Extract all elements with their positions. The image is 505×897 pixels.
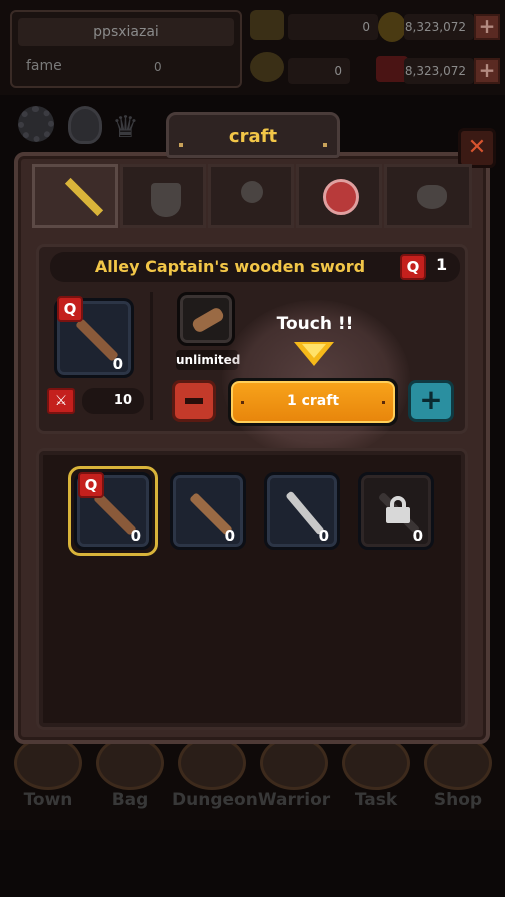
nav-town-label: Town	[23, 790, 73, 810]
dialog-title-plate: craft	[166, 112, 340, 158]
bag-icon	[96, 736, 164, 790]
trophy-icon	[250, 52, 284, 82]
material-slot[interactable]	[177, 292, 235, 346]
nav-bag[interactable]: Bag	[90, 730, 170, 825]
recipe-slot[interactable]: 0	[264, 472, 340, 550]
nav-task[interactable]: Task	[336, 730, 416, 825]
close-button[interactable]: ✕	[458, 128, 496, 168]
craft-button-face: 1 craft	[231, 381, 395, 423]
gold-bar-icon	[250, 10, 284, 40]
warrior-icon	[260, 736, 328, 790]
sword-stock-icon: ⚔	[47, 388, 75, 414]
dialog-title: craft	[228, 126, 278, 147]
locked-tab-icon	[323, 179, 359, 215]
nav-task-label: Task	[354, 790, 398, 810]
tab-pet[interactable]	[384, 164, 472, 228]
fame-value: 0	[154, 60, 162, 74]
recipe-count: 0	[318, 527, 329, 545]
task-icon	[342, 736, 410, 790]
player-name: ppsxiazai	[18, 18, 234, 46]
medal-icon[interactable]	[68, 106, 102, 144]
craft-button-label: 1 craft	[286, 393, 340, 409]
add-gem-button[interactable]: +	[474, 58, 500, 84]
sword-icon	[64, 177, 104, 217]
fame-label: fame	[26, 58, 62, 74]
crown-icon[interactable]: ♛	[112, 110, 139, 145]
owned-count: 0	[112, 355, 123, 373]
add-gold-button[interactable]: +	[474, 14, 500, 40]
lock-icon	[386, 496, 410, 523]
gem-count: 8,323,072	[404, 58, 474, 84]
pet-icon	[417, 185, 447, 209]
nav-dungeon-label: Dungeon	[172, 790, 258, 810]
nav-town[interactable]: Town	[8, 730, 88, 825]
recipe-count: 0	[412, 527, 423, 545]
quality-badge-icon: Q	[400, 254, 426, 280]
craft-button[interactable]: 1 craft	[228, 378, 398, 426]
nav-shop[interactable]: Shop	[418, 730, 498, 825]
town-icon	[14, 736, 82, 790]
settings-gear-icon[interactable]	[18, 106, 54, 142]
tab-locked[interactable]	[296, 164, 382, 228]
nav-warrior[interactable]: Warrior	[254, 730, 334, 825]
wood-material-icon	[190, 305, 226, 335]
nav-warrior-label: Warrior	[257, 790, 331, 810]
quality-count: 1	[436, 255, 448, 274]
touch-hint: Touch !!	[276, 314, 354, 334]
gold-bar-count: 0	[288, 14, 378, 40]
bottom-navigation: Town Bag Dungeon Warrior Task Shop	[0, 730, 505, 830]
nav-dungeon[interactable]: Dungeon	[172, 730, 258, 825]
minus-icon	[185, 398, 203, 404]
nav-bag-label: Bag	[111, 790, 149, 810]
hint-arrow-icon	[294, 342, 334, 366]
decrease-button[interactable]	[172, 380, 216, 422]
quality-badge-icon: Q	[57, 296, 83, 322]
gold-coin-count: 8,323,072	[404, 14, 474, 40]
top-status-bar: ppsxiazai fame 0 0 8,323,072 + 0 8,323,0…	[0, 0, 505, 95]
divider	[150, 292, 153, 420]
nav-shop-label: Shop	[433, 790, 483, 810]
recipe-slot[interactable]: 0	[170, 472, 246, 550]
recipe-count: 0	[224, 527, 235, 545]
recipe-count: 0	[130, 527, 141, 545]
increase-button[interactable]: +	[408, 380, 454, 422]
tab-armor[interactable]	[120, 164, 206, 228]
staff-icon	[241, 181, 263, 203]
gold-coin-icon	[378, 12, 406, 42]
player-profile-card[interactable]: ppsxiazai fame 0	[10, 10, 242, 88]
tab-weapon[interactable]	[32, 164, 118, 228]
quality-badge-icon: Q	[78, 472, 104, 498]
equipment-tabs	[32, 164, 474, 228]
item-name: Alley Captain's wooden sword	[94, 257, 366, 276]
tab-staff[interactable]	[208, 164, 294, 228]
stock-count: 10	[82, 388, 144, 414]
shop-icon	[424, 736, 492, 790]
dungeon-icon	[178, 736, 246, 790]
shield-icon	[151, 183, 181, 217]
trophy-count: 0	[288, 58, 350, 84]
